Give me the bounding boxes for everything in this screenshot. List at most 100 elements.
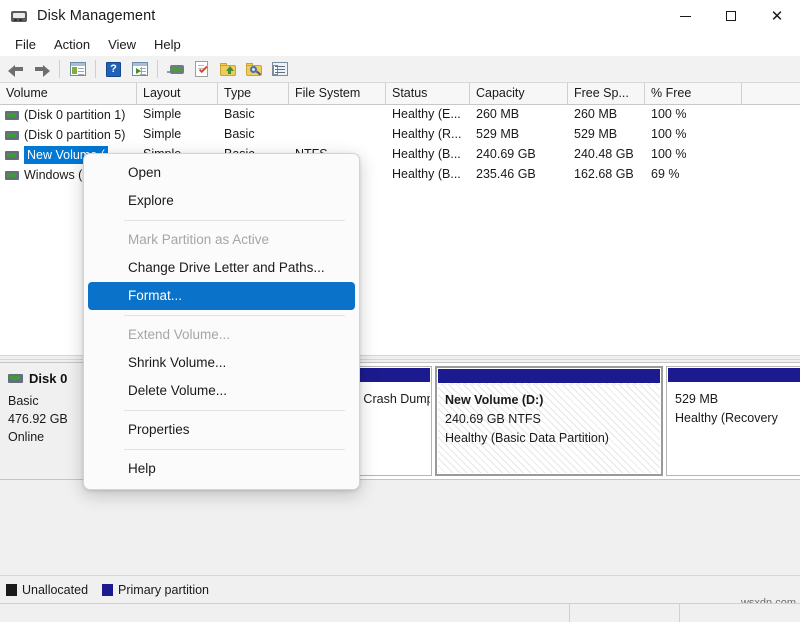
cell-capacity: 260 MB (470, 105, 568, 125)
toolbar-folder-search-button[interactable] (241, 57, 266, 81)
legend-item-unallocated: Unallocated (6, 583, 88, 597)
toolbar-forward-button[interactable] (29, 57, 54, 81)
column-header-empty[interactable] (742, 83, 800, 105)
toolbar-folder-up-button[interactable] (215, 57, 240, 81)
show-action-pane-icon (132, 62, 148, 76)
window-controls: ✕ (662, 0, 800, 32)
cell-percent-free: 100 % (645, 145, 742, 165)
cell-file-system (289, 125, 386, 145)
menu-bar: File Action View Help (0, 32, 800, 56)
column-header-type[interactable]: Type (218, 83, 289, 105)
partition-size: 240.69 GB NTFS (445, 410, 653, 429)
table-row[interactable]: (Disk 0 partition 1) Simple Basic Health… (0, 105, 800, 125)
volume-label: Windows (( (24, 166, 87, 185)
show-details-icon (272, 62, 288, 76)
partition-status: Healthy (Basic Data Partition) (445, 429, 653, 448)
column-header-file-system[interactable]: File System (289, 83, 386, 105)
status-bar (0, 603, 800, 622)
context-menu-item-properties[interactable]: Properties (88, 416, 355, 444)
cell-capacity: 235.46 GB (470, 165, 568, 185)
context-menu-separator-2 (124, 315, 345, 316)
show-console-tree-icon (70, 62, 86, 76)
toolbar-properties-button[interactable] (189, 57, 214, 81)
cell-free-space: 162.68 GB (568, 165, 645, 185)
volume-drive-icon (5, 151, 19, 160)
partition-label: New Volume (D:) (445, 391, 653, 410)
partition-status: Healthy (Recovery (675, 409, 797, 428)
context-menu-item-change-drive-letter-and-paths[interactable]: Change Drive Letter and Paths... (88, 254, 355, 282)
partition-size: 529 MB (675, 390, 797, 409)
disk-drive-icon (10, 7, 28, 25)
status-segment-2 (570, 604, 680, 622)
volume-drive-icon (5, 171, 19, 180)
partition-new-volume[interactable]: New Volume (D:) 240.69 GB NTFS Healthy (… (435, 366, 663, 476)
maximize-button[interactable] (708, 0, 754, 32)
table-row[interactable]: (Disk 0 partition 5) Simple Basic Health… (0, 125, 800, 145)
cell-status: Healthy (B... (386, 165, 470, 185)
cell-free-space: 529 MB (568, 125, 645, 145)
unallocated-swatch-icon (6, 584, 17, 596)
partition-recovery[interactable]: 529 MB Healthy (Recovery (666, 366, 800, 476)
column-header-capacity[interactable]: Capacity (470, 83, 568, 105)
close-button[interactable]: ✕ (754, 0, 800, 32)
toolbar-show-details-button[interactable] (267, 57, 292, 81)
partition-color-band (668, 368, 800, 382)
context-menu-item-open[interactable]: Open (88, 159, 355, 187)
cell-capacity: 529 MB (470, 125, 568, 145)
column-header-percent-free[interactable]: % Free (645, 83, 742, 105)
volume-drive-icon (5, 131, 19, 140)
maximize-icon (726, 11, 736, 21)
cell-status: Healthy (B... (386, 145, 470, 165)
toolbar-separator-1 (59, 60, 60, 78)
toolbar: ? (0, 56, 800, 83)
context-menu-item-delete-volume[interactable]: Delete Volume... (88, 377, 355, 405)
cell-type: Basic (218, 105, 289, 125)
toolbar-action-pane-button[interactable] (127, 57, 152, 81)
column-header-status[interactable]: Status (386, 83, 470, 105)
minimize-button[interactable] (662, 0, 708, 32)
legend-bar: Unallocated Primary partition (0, 575, 800, 603)
cell-layout: Simple (137, 125, 218, 145)
menu-action[interactable]: Action (45, 34, 99, 55)
folder-search-icon (246, 63, 262, 76)
window-title: Disk Management (37, 8, 155, 24)
volume-list-header: Volume Layout Type File System Status Ca… (0, 83, 800, 105)
context-menu-separator-1 (124, 220, 345, 221)
volume-label: (Disk 0 partition 1) (24, 106, 125, 125)
menu-view[interactable]: View (99, 34, 145, 55)
toolbar-separator-2 (95, 60, 96, 78)
context-menu: Open Explore Mark Partition as Active Ch… (83, 153, 360, 490)
folder-up-icon (220, 63, 236, 76)
volume-drive-icon (5, 111, 19, 120)
menu-file[interactable]: File (6, 34, 45, 55)
volume-label: (Disk 0 partition 5) (24, 126, 125, 145)
toolbar-show-tree-button[interactable] (65, 57, 90, 81)
column-header-layout[interactable]: Layout (137, 83, 218, 105)
cell-layout: Simple (137, 105, 218, 125)
context-menu-item-explore[interactable]: Explore (88, 187, 355, 215)
column-header-free-space[interactable]: Free Sp... (568, 83, 645, 105)
column-header-volume[interactable]: Volume (0, 83, 137, 105)
cell-type: Basic (218, 125, 289, 145)
legend-item-primary-partition: Primary partition (102, 583, 209, 597)
cell-volume: (Disk 0 partition 1) (0, 105, 137, 125)
toolbar-help-button[interactable]: ? (101, 57, 126, 81)
cell-volume: (Disk 0 partition 5) (0, 125, 137, 145)
toolbar-rescan-button[interactable] (163, 57, 188, 81)
cell-status: Healthy (E... (386, 105, 470, 125)
status-segment-main (0, 604, 570, 622)
context-menu-item-help[interactable]: Help (88, 455, 355, 483)
context-menu-separator-4 (124, 449, 345, 450)
context-menu-item-format[interactable]: Format... (88, 282, 355, 310)
help-icon: ? (106, 62, 121, 77)
toolbar-back-button[interactable] (3, 57, 28, 81)
menu-help[interactable]: Help (145, 34, 190, 55)
partition-color-band (438, 369, 660, 383)
legend-label: Primary partition (118, 583, 209, 597)
rescan-disks-icon (167, 63, 184, 76)
cell-capacity: 240.69 GB (470, 145, 568, 165)
context-menu-item-extend-volume: Extend Volume... (88, 321, 355, 349)
context-menu-item-shrink-volume[interactable]: Shrink Volume... (88, 349, 355, 377)
toolbar-separator-3 (157, 60, 158, 78)
close-icon: ✕ (771, 9, 784, 24)
